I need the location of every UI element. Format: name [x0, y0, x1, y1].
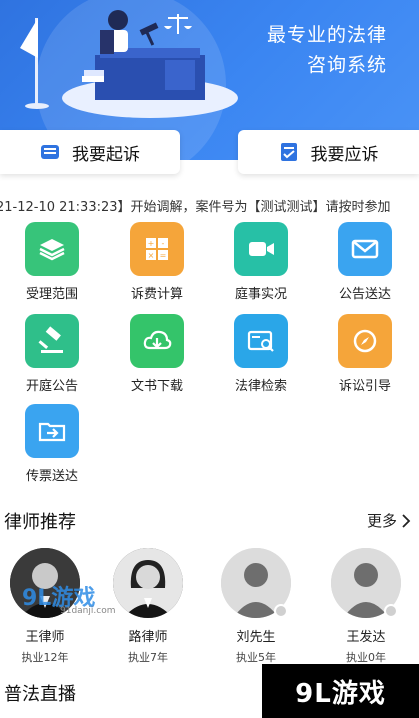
live-section-title: 普法直播	[4, 684, 76, 705]
service-item-doc-download[interactable]: 文书下载	[117, 314, 197, 394]
search-card-icon	[234, 314, 288, 368]
more-lawyers-link[interactable]: 更多	[367, 510, 411, 531]
notice-text: 21-12-10 21:33:23】开始调解，案件号为【测试测试】请按时参加	[0, 200, 391, 215]
lawyers-section-title: 律师推荐	[4, 512, 76, 533]
lawyer-years: 执业5年	[236, 651, 276, 664]
svg-text:=: =	[160, 251, 167, 260]
service-item-announcement[interactable]: 公告送达	[325, 222, 405, 302]
layers-icon	[25, 222, 79, 276]
notice-ticker[interactable]: 21-12-10 21:33:23】开始调解，案件号为【测试测试】请按时参加	[0, 193, 419, 217]
service-label: 诉费计算	[130, 287, 183, 302]
svg-text:+: +	[148, 239, 155, 248]
status-dot	[384, 604, 398, 618]
checklist-icon	[280, 143, 297, 161]
compass-icon	[338, 314, 392, 368]
lawyer-name: 王律师	[25, 630, 65, 645]
lawyer-card[interactable]: 刘先生 执业5年	[211, 548, 301, 665]
chevron-right-icon	[402, 513, 411, 528]
more-label: 更多	[366, 512, 397, 530]
inbox-icon	[41, 145, 59, 159]
service-label: 文书下载	[130, 379, 183, 394]
lawyer-years: 执业7年	[128, 651, 168, 664]
service-label: 法律检索	[234, 379, 287, 394]
slogan-line-2: 咨询系统	[306, 54, 387, 76]
service-label: 公告送达	[338, 287, 391, 302]
lawyer-name: 路律师	[128, 630, 168, 645]
lawyer-name: 王发达	[346, 630, 386, 645]
lawyer-card[interactable]: 王发达 执业0年	[321, 548, 411, 665]
watermark-logo: 9L游戏	[262, 664, 419, 718]
service-item-court-live[interactable]: 庭事实况	[221, 222, 301, 302]
service-label: 传票送达	[25, 469, 78, 484]
svg-text:×: ×	[148, 251, 155, 260]
service-item-hearing-notice[interactable]: 开庭公告	[12, 314, 92, 394]
lawyer-name: 刘先生	[236, 630, 276, 645]
service-label: 庭事实况	[234, 287, 287, 302]
watermark-url: 91danji.com	[60, 606, 116, 616]
mail-icon	[338, 222, 392, 276]
sue-label: 我要起诉	[72, 144, 140, 165]
calculator-icon: + - × =	[130, 222, 184, 276]
respond-label: 我要应诉	[310, 144, 379, 165]
hero-slogan: 最专业的法律 咨询系统	[187, 20, 387, 80]
lawyer-years: 执业0年	[346, 651, 386, 664]
service-item-fee[interactable]: + - × = 诉费计算	[117, 222, 197, 302]
slogan-line-1: 最专业的法律	[266, 24, 387, 46]
watermark-text: 9L游戏	[295, 678, 386, 709]
service-label: 受理范围	[25, 287, 78, 302]
gavel-icon	[25, 314, 79, 368]
folder-arrow-icon	[25, 404, 79, 458]
service-item-law-search[interactable]: 法律检索	[221, 314, 301, 394]
lawyer-years: 执业12年	[21, 651, 69, 664]
service-label: 开庭公告	[25, 379, 78, 394]
sue-button[interactable]: 我要起诉	[0, 130, 180, 174]
respond-button[interactable]: 我要应诉	[238, 130, 419, 174]
svg-text:-: -	[162, 239, 165, 248]
status-dot	[274, 604, 288, 618]
service-item-litigation-guide[interactable]: 诉讼引导	[325, 314, 405, 394]
service-item-scope[interactable]: 受理范围	[12, 222, 92, 302]
video-icon	[234, 222, 288, 276]
service-label: 诉讼引导	[338, 379, 391, 394]
cloud-download-icon	[130, 314, 184, 368]
service-item-summons[interactable]: 传票送达	[12, 404, 92, 484]
lawyer-card[interactable]: 路律师 执业7年	[103, 548, 193, 665]
avatar	[113, 548, 183, 618]
